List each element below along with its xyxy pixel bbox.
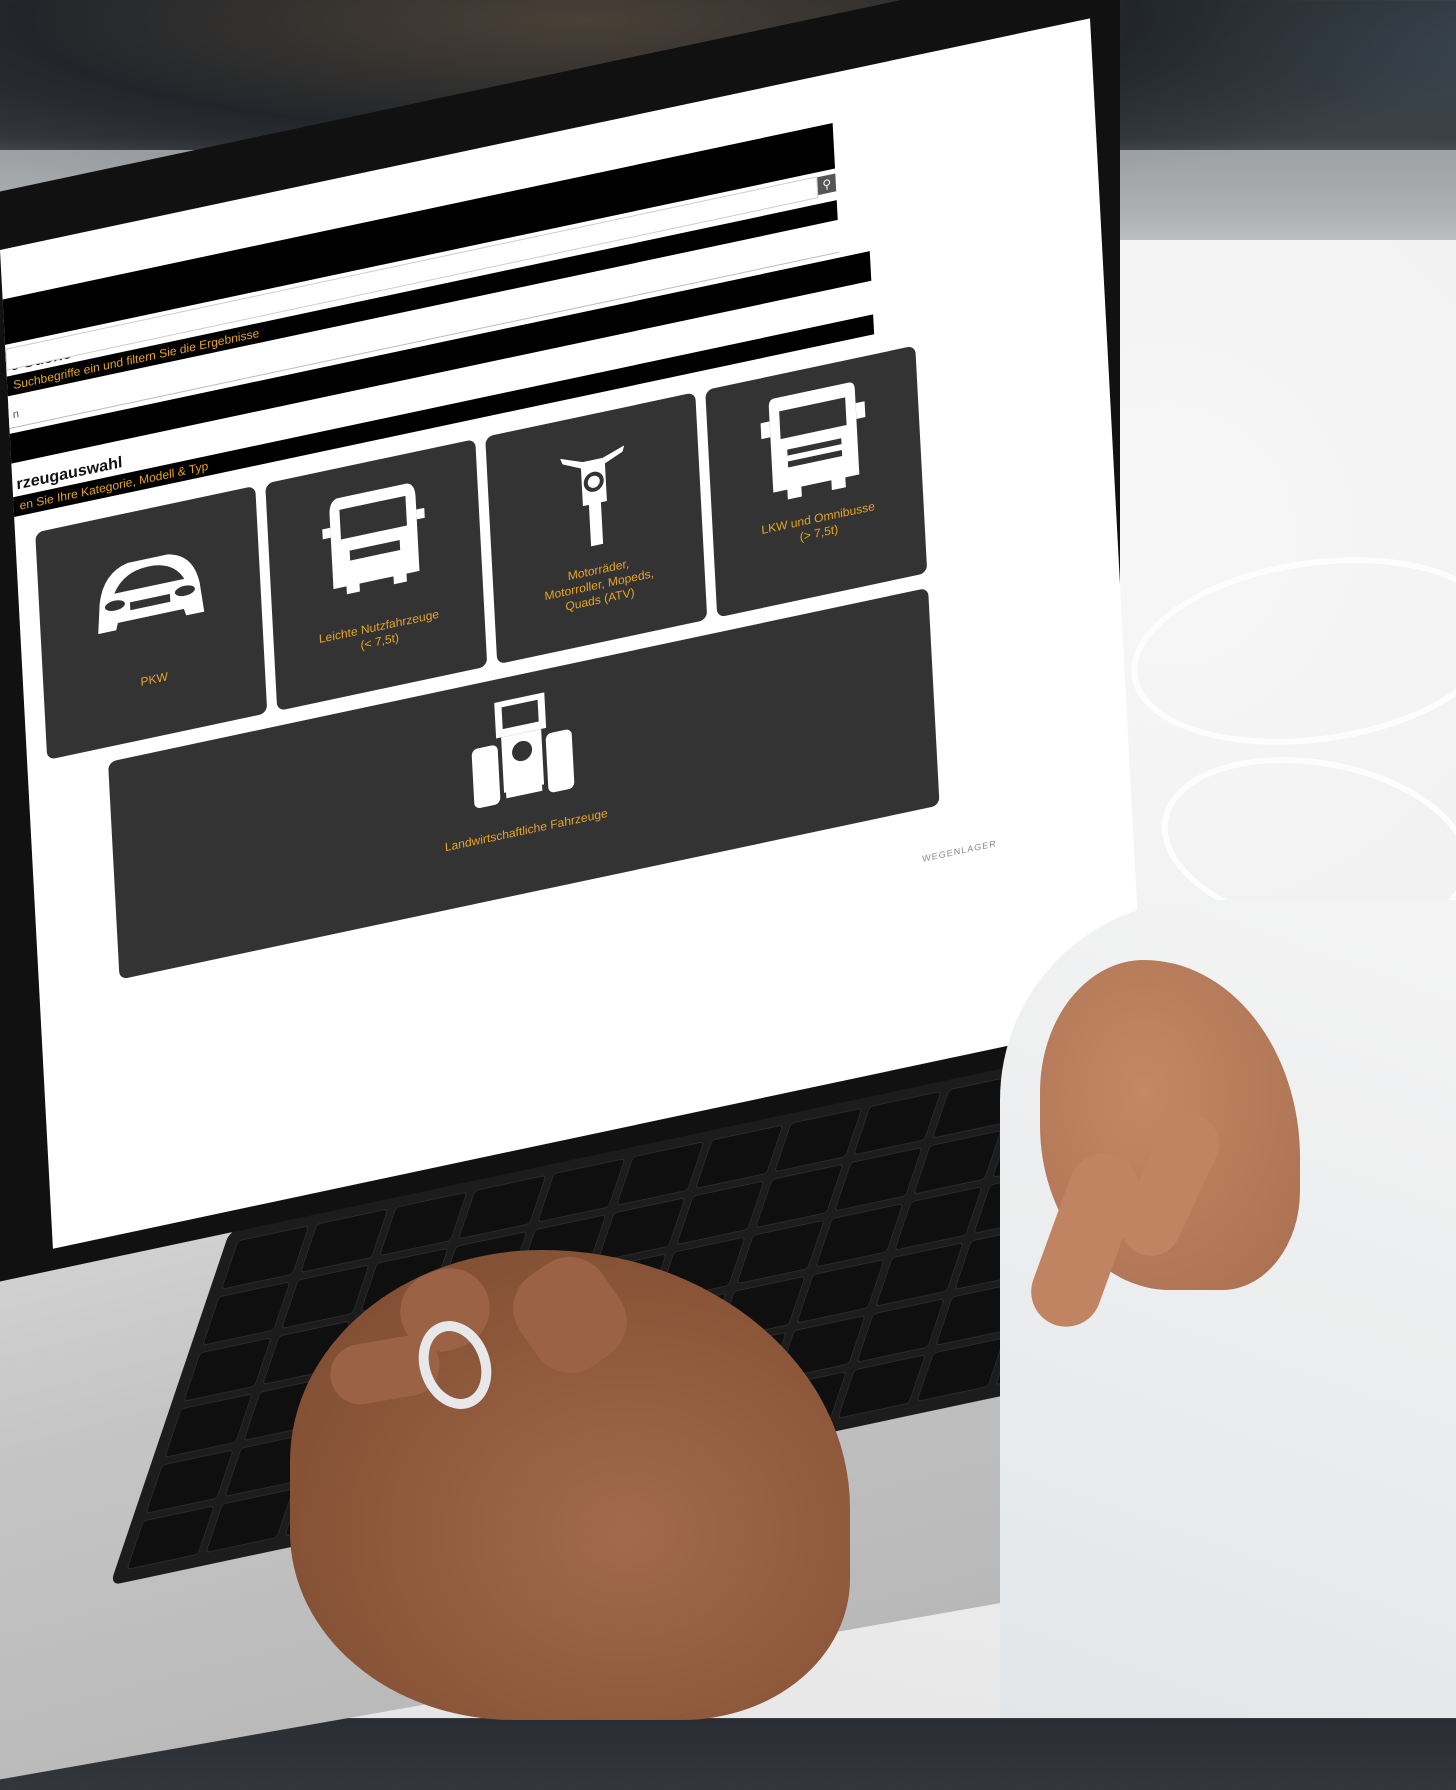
- search-filter-value: n: [12, 408, 20, 422]
- keyboard-key: [201, 1281, 291, 1346]
- search-button[interactable]: ⚲: [817, 173, 837, 196]
- tile-label: PKW: [140, 669, 169, 690]
- keyboard-key: [145, 1449, 234, 1515]
- keyboard-key: [773, 1107, 863, 1173]
- keyboard-key: [615, 1141, 705, 1206]
- tile-motorcycle[interactable]: Motorräder, Motorroller, Mopeds, Quads (…: [485, 392, 708, 665]
- car-icon: [98, 554, 205, 635]
- tile-light-commercial[interactable]: Leichte Nutzfahrzeuge (< 7,5t): [265, 438, 488, 712]
- tile-label: Motorräder, Motorroller, Mopeds, Quads (…: [544, 556, 655, 614]
- keyboard-key: [754, 1163, 844, 1229]
- keyboard-key: [875, 1242, 964, 1307]
- keyboard-key: [694, 1124, 784, 1190]
- truck-icon: [760, 382, 866, 500]
- keyboard-key: [457, 1174, 547, 1240]
- keyboard-key: [916, 1337, 1006, 1403]
- keyboard-key: [833, 1146, 923, 1212]
- keyboard-key: [126, 1505, 216, 1571]
- tractor-icon: [471, 692, 575, 808]
- keyboard-key: [205, 1488, 295, 1554]
- keyboard-key: [912, 1129, 1002, 1195]
- keyboard-key: [596, 1197, 686, 1262]
- keyboard-key: [852, 1090, 942, 1156]
- keyboard-key: [796, 1258, 885, 1324]
- keyboard-key: [536, 1157, 626, 1223]
- keyboard-key: [220, 1225, 310, 1290]
- brand-logo: WEGENLAGER: [921, 838, 997, 864]
- keyboard-key: [299, 1208, 389, 1274]
- tile-truck[interactable]: LKW und Omnibusse (> 7,5t): [705, 345, 928, 618]
- motorcycle-icon: [560, 445, 625, 547]
- keyboard-key: [164, 1393, 253, 1459]
- keyboard-key: [183, 1337, 272, 1402]
- keyboard-key: [736, 1219, 825, 1285]
- tile-label: Leichte Nutzfahrzeuge (< 7,5t): [318, 606, 440, 653]
- keyboard-key: [837, 1354, 927, 1419]
- tile-pkw[interactable]: PKW: [35, 485, 268, 760]
- van-icon: [322, 483, 425, 595]
- keyboard-key: [856, 1298, 945, 1363]
- keyboard-key: [378, 1191, 468, 1257]
- keyboard-key: [894, 1185, 983, 1251]
- search-icon: ⚲: [821, 176, 832, 193]
- keyboard-key: [815, 1202, 904, 1268]
- keyboard-key: [675, 1180, 765, 1246]
